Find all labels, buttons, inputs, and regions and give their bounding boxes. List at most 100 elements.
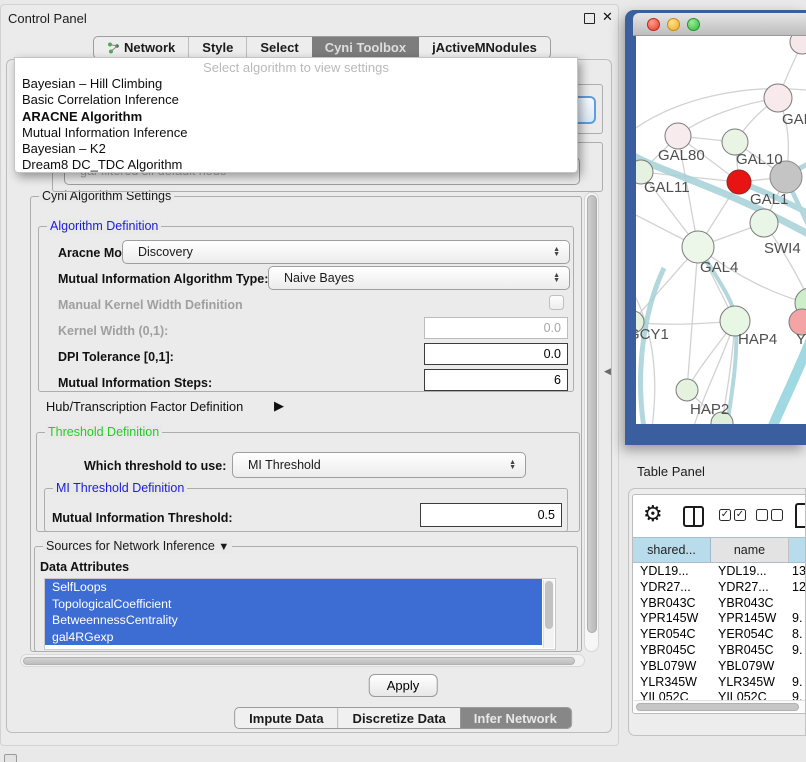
tab-cyni-toolbox[interactable]: Cyni Toolbox <box>312 37 419 58</box>
unchecked-checkbox-icon[interactable] <box>756 509 768 521</box>
minimize-traffic-light-icon[interactable] <box>667 18 680 31</box>
control-panel-tabbar: Network Style Select Cyni Toolbox jActiv… <box>93 36 551 59</box>
table-row[interactable]: YBL079WYBL079W <box>633 659 805 675</box>
sources-group-title-text: Sources for Network Inference <box>46 539 215 553</box>
combo-arrows-icon: ▲▼ <box>553 273 560 284</box>
tab-network[interactable]: Network <box>94 37 188 58</box>
algorithm-option[interactable]: Dream8 DC_TDC Algorithm <box>15 157 577 173</box>
network-node-labels: GAL GAL80 GAL10 GAL11 GAL1 SWI4 GAL4 GCY… <box>636 111 806 418</box>
network-icon <box>107 42 120 54</box>
minimized-panel-chip[interactable] <box>4 754 17 762</box>
node-unlabeled[interactable] <box>790 36 806 54</box>
apply-button[interactable]: Apply <box>369 674 438 697</box>
hub-expand-icon[interactable]: ▶ <box>274 398 284 414</box>
hub-section-label: Hub/Transcription Factor Definition <box>46 399 243 414</box>
panel-collapse-icon[interactable]: ◀ <box>604 366 611 377</box>
mi-steps-field[interactable] <box>424 369 568 391</box>
manual-kernel-width-label: Manual Kernel Width Definition <box>58 298 243 312</box>
table-row[interactable]: YER054CYER054C8. <box>633 627 805 643</box>
table-row[interactable]: YIL052CYIL052C9. <box>633 690 805 700</box>
table-horizontal-scrollbar[interactable] <box>634 700 805 712</box>
table-row[interactable]: YLR345WYLR345W9. <box>633 675 805 691</box>
network-canvas[interactable]: GAL GAL80 GAL10 GAL11 GAL1 SWI4 GAL4 GCY… <box>636 36 806 424</box>
algorithm-option[interactable]: Basic Correlation Inference <box>15 92 577 108</box>
tab-infer-network[interactable]: Infer Network <box>460 708 571 728</box>
checked-checkbox-icon[interactable]: ✓ <box>719 509 731 521</box>
node-gal-partial[interactable] <box>764 84 792 112</box>
table-row[interactable]: YDL19...YDL19...13 <box>633 564 805 580</box>
table-icon-partial[interactable] <box>795 503 806 528</box>
tab-network-label: Network <box>124 40 175 55</box>
mi-algorithm-type-combobox[interactable]: Naive Bayes ▲▼ <box>268 266 570 290</box>
kernel-width-field[interactable] <box>424 317 568 339</box>
tab-discretize-data[interactable]: Discretize Data <box>338 708 460 728</box>
gear-icon[interactable]: ⚙ <box>643 501 663 527</box>
list-item[interactable]: gal4RGexp <box>45 629 542 646</box>
network-window-titlebar[interactable] <box>633 13 806 36</box>
column-header-partial[interactable] <box>789 538 805 562</box>
scrollbar-thumb[interactable] <box>545 581 553 629</box>
algorithm-option[interactable]: Bayesian – Hill Climbing <box>15 76 577 92</box>
settings-horizontal-scrollbar[interactable] <box>20 654 585 667</box>
list-item[interactable]: BetweennessCentrality <box>45 612 542 629</box>
network-graph: GAL GAL80 GAL10 GAL11 GAL1 SWI4 GAL4 GCY… <box>636 36 806 424</box>
data-attributes-label: Data Attributes <box>40 560 129 574</box>
node-gal1-red[interactable] <box>727 170 751 194</box>
unchecked-checkbox-icon[interactable] <box>771 509 783 521</box>
label-gcy1: GCY1 <box>636 326 669 343</box>
table-row[interactable]: YBR045CYBR045C9. <box>633 643 805 659</box>
tab-jactivemnodules[interactable]: jActiveMNodules <box>419 37 550 58</box>
list-item[interactable]: TopologicalCoefficient <box>45 596 542 613</box>
zoom-traffic-light-icon[interactable] <box>687 18 700 31</box>
sources-collapse-icon[interactable]: ▼ <box>218 541 229 553</box>
aracne-mode-value: Discovery <box>138 245 193 259</box>
mi-steps-label: Mutual Information Steps: <box>58 376 212 390</box>
label-gal1: GAL1 <box>750 191 788 208</box>
node-swi4[interactable] <box>750 209 778 237</box>
scrollbar-thumb[interactable] <box>587 195 597 633</box>
close-traffic-light-icon[interactable] <box>647 18 660 31</box>
table-panel-title: Table Panel <box>637 464 705 479</box>
label-gal4: GAL4 <box>700 259 738 276</box>
label-swi4: SWI4 <box>764 240 801 257</box>
mi-threshold-field[interactable] <box>420 503 562 527</box>
algorithm-option[interactable]: Mutual Information Inference <box>15 125 577 141</box>
mi-algorithm-type-value: Naive Bayes <box>284 271 354 285</box>
kernel-width-label: Kernel Width (0,1): <box>58 324 168 338</box>
node-hap2[interactable] <box>676 379 698 401</box>
list-item[interactable]: SelfLoops <box>45 579 542 596</box>
dpi-tolerance-field[interactable] <box>424 343 568 365</box>
data-attributes-list[interactable]: SelfLoops TopologicalCoefficient Between… <box>44 578 556 650</box>
label-hap2: HAP2 <box>690 401 729 418</box>
scrollbar-thumb[interactable] <box>23 657 575 666</box>
list-vertical-scrollbar[interactable] <box>543 580 554 648</box>
column-header-name[interactable]: name <box>711 538 789 562</box>
manual-kernel-width-checkbox[interactable] <box>549 295 564 310</box>
close-icon[interactable]: ✕ <box>602 9 613 25</box>
algorithm-option-selected[interactable]: ARACNE Algorithm <box>15 109 577 125</box>
table-row[interactable]: YDR27...YDR27...12 <box>633 580 805 596</box>
tab-impute-data[interactable]: Impute Data <box>235 708 337 728</box>
label-gal11: GAL11 <box>644 179 690 196</box>
table-row[interactable]: YBR043CYBR043C <box>633 596 805 612</box>
table-toolbar: ⚙ ✓ ✓ <box>633 495 805 537</box>
tab-select[interactable]: Select <box>246 37 311 58</box>
algorithm-dropdown-popup: Select algorithm to view settings Bayesi… <box>14 57 578 173</box>
scrollbar-thumb[interactable] <box>636 703 799 712</box>
float-window-icon[interactable] <box>584 13 595 24</box>
aracne-mode-combobox[interactable]: Discovery ▲▼ <box>122 240 570 264</box>
table-panel-inner: ⚙ ✓ ✓ shared... name YDL19...YDL19...13 … <box>632 494 806 714</box>
settings-vertical-scrollbar[interactable] <box>584 192 599 652</box>
tab-style-label: Style <box>202 40 233 55</box>
tab-infer-network-label: Infer Network <box>474 711 557 726</box>
column-header-shared[interactable]: shared... <box>633 538 711 562</box>
tab-style[interactable]: Style <box>188 37 246 58</box>
split-columns-icon[interactable] <box>683 506 704 527</box>
checked-checkbox-icon[interactable]: ✓ <box>734 509 746 521</box>
table-rows: YDL19...YDL19...13 YDR27...YDR27...12 YB… <box>633 564 805 700</box>
which-threshold-combobox[interactable]: MI Threshold ▲▼ <box>232 452 526 478</box>
node-gal80[interactable] <box>665 123 691 149</box>
algorithm-option[interactable]: Bayesian – K2 <box>15 141 577 157</box>
table-row[interactable]: YPR145WYPR145W9. <box>633 611 805 627</box>
label-gal80: GAL80 <box>658 147 705 164</box>
